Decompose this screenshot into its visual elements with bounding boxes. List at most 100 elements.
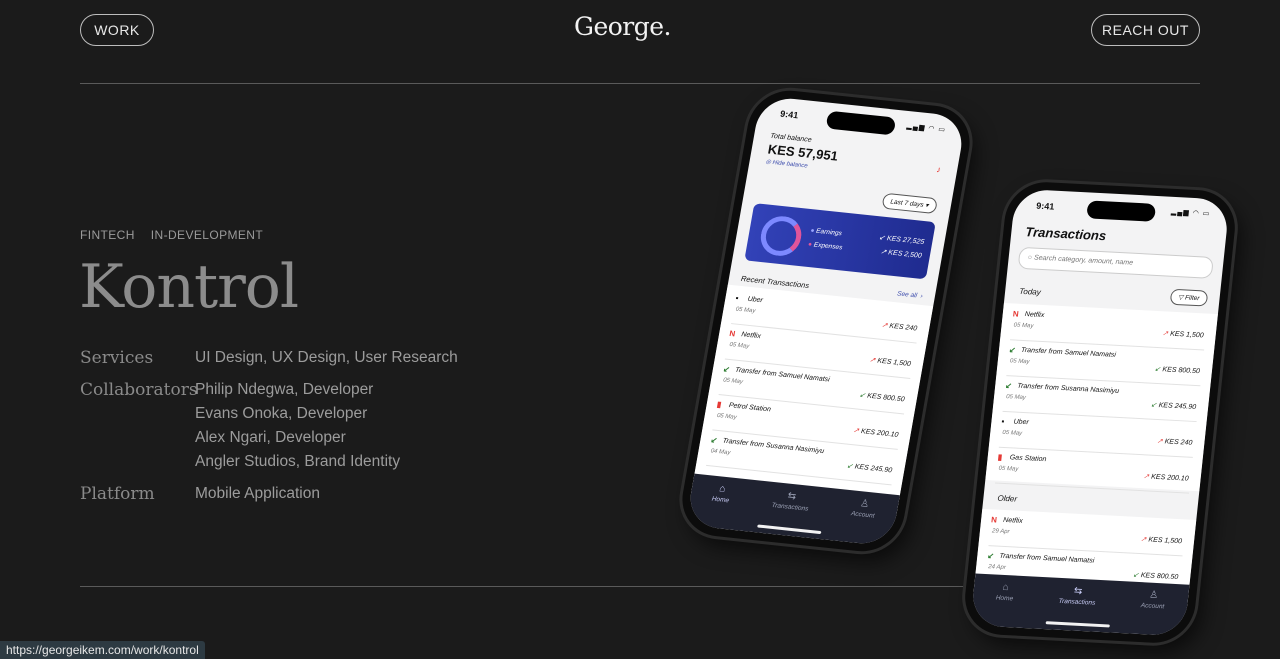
tx-amount: ↗KES 240 [1156,437,1193,447]
filter-label: Filter [1184,294,1200,303]
tx-amount: ↗KES 1,500 [868,356,912,368]
tx-name: Netflix [740,331,762,341]
expenses-value: ↗ KES 2,500 [879,248,923,260]
meta-value: UI Design, UX Design, User Research [195,349,458,366]
tag-fintech: FINTECH [80,228,135,242]
range-select[interactable]: Last 7 days ▾ [881,192,938,215]
link-status-bar: https://georgeikem.com/work/kontrol [0,641,205,659]
uber-logo-icon: ▪ [1001,416,1005,426]
meta-vals-collaborators: Philip Ndegwa, Developer Evans Onoka, De… [195,378,400,474]
tx-date: 05 May [716,412,738,421]
tx-date: 24 Apr [987,564,1007,572]
tx-name: Transfer from Susanna Nasimiyu [1016,382,1120,395]
transaction-list: ▪ Uber 05 May ↗KES 240 N Netflix 05 May ↗KES 1… [694,284,934,496]
see-all-link[interactable]: See all › [897,290,924,300]
tx-amount: ↙KES 800.50 [1154,365,1201,376]
status-time: 9:41 [779,108,800,121]
tx-name: Netflix [1024,311,1045,320]
incoming-arrow-icon: ↙ [1008,345,1017,355]
tx-amount: ↗KES 200.10 [1142,473,1189,483]
home-icon: ⌂ [718,483,727,495]
eye-off-icon: ◎ [765,159,772,166]
tx-amount-value: KES 1,500 [1169,330,1204,340]
tx-amount-value: KES 800.50 [1162,366,1201,376]
bell-icon[interactable]: ♪ [936,164,942,174]
tx-date: 05 May [722,377,744,386]
project-title: Kontrol [79,252,299,322]
filter-button[interactable]: ▽ Filter [1169,288,1209,307]
tx-name: Uber [746,295,764,305]
tab-home[interactable]: ⌂ Home [711,483,732,505]
tab-home[interactable]: ⌂ Home [995,582,1014,603]
phone-mockup-transactions: 9:41 ▂▄▆ ◠ ▭ Transactions ○ Search categ… [961,180,1239,645]
tx-amount: ↙KES 245.90 [1150,401,1197,412]
home-icon: ⌂ [1001,581,1010,594]
see-all-label: See all [896,290,918,300]
summary-card: ● Earnings ● Expenses ↙ KES 27,525 ↗ KES… [744,203,936,280]
meta-key-collaborators: Collaborators [80,380,198,400]
expenses-value-text: KES 2,500 [887,249,923,260]
tx-date: 05 May [998,465,1019,473]
tx-name: Petrol Station [728,402,772,414]
project-tags: FINTECH IN-DEVELOPMENT [80,228,263,242]
tab-label: Account [850,510,876,520]
dynamic-island [1086,200,1157,222]
status-time: 9:41 [1035,200,1055,212]
tab-account[interactable]: ♙ Account [1140,589,1166,611]
swap-icon: ⇆ [786,490,798,503]
tx-amount: ↙KES 245.90 [846,462,893,475]
meta-vals-services: UI Design, UX Design, User Research [195,346,458,370]
tx-amount-value: KES 245.90 [1158,402,1197,412]
search-input[interactable]: ○ Search category, amount, name [1017,246,1214,279]
meta-services: Services UI Design, UX Design, User Rese… [80,346,458,370]
meta-vals-platform: Mobile Application [195,482,320,506]
phone-mockup-home: 9:41 ▂▄▆ ◠ ▭ Total balance KES 57,951 ◎ … [676,86,976,556]
tx-name: Gas Station [1009,454,1047,464]
phone-screen-home: 9:41 ▂▄▆ ◠ ▭ Total balance KES 57,951 ◎ … [685,95,967,547]
tx-amount-value: KES 240 [888,322,918,333]
today-heading: Today [1018,286,1042,297]
tx-date: 05 May [1013,322,1034,330]
dynamic-island [825,110,897,136]
site-logo[interactable]: George. [0,12,1245,41]
meta-collaborators: Collaborators Philip Ndegwa, Developer E… [80,378,458,474]
tab-transactions[interactable]: ⇆ Transactions [771,489,811,513]
tag-status: IN-DEVELOPMENT [150,228,264,242]
tab-label: Home [711,495,730,505]
tx-date: 05 May [728,341,750,350]
tx-amount: ↗KES 200.10 [852,427,899,439]
netflix-logo-icon: N [990,515,998,525]
tx-date: 05 May [735,306,756,315]
tx-name: Uber [1013,418,1030,427]
tab-transactions[interactable]: ⇆ Transactions [1058,585,1097,607]
tab-label: Account [1140,602,1165,611]
today-list: N Netflix 05 May ↗KES 1,500 ↙ Transfer from … [985,302,1218,494]
tx-amount-value: KES 800.50 [1140,572,1179,582]
uber-logo-icon: ▪ [734,293,740,303]
swap-icon: ⇆ [1073,585,1083,598]
tx-name: Transfer from Samuel Namatsi [1020,346,1117,359]
user-icon: ♙ [1148,589,1159,602]
tab-label: Home [995,594,1014,603]
netflix-logo-icon: N [1012,309,1020,319]
tab-account[interactable]: ♙ Account [850,497,877,519]
meta-platform: Platform Mobile Application [80,482,458,506]
tx-date: 05 May [1009,358,1030,366]
user-icon: ♙ [859,498,871,510]
incoming-arrow-icon: ↙ [1004,381,1013,391]
reach-out-button[interactable]: REACH OUT [1091,14,1200,46]
earnings-label: ● Earnings [809,227,843,238]
tx-name: Transfer from Samuel Namatsi [734,366,831,384]
tx-name: Transfer from Samuel Namatsi [999,552,1095,565]
incoming-arrow-icon: ↙ [709,435,719,445]
earnings-value-text: KES 27,525 [886,235,925,246]
older-list: N Netflix 29 Apr ↗KES 1,500 ↙ Transfer from … [975,508,1197,593]
tx-amount-value: KES 200.10 [1150,473,1189,483]
incoming-arrow-icon: ↙ [722,364,731,375]
search-icon: ○ [1027,254,1033,262]
meta-value: Evans Onoka, Developer [195,405,368,422]
gas-station-icon: ▮ [997,452,1003,462]
tx-amount-value: KES 240 [1164,438,1193,447]
meta-key-platform: Platform [80,484,155,504]
expenses-label-text: Expenses [813,241,843,252]
